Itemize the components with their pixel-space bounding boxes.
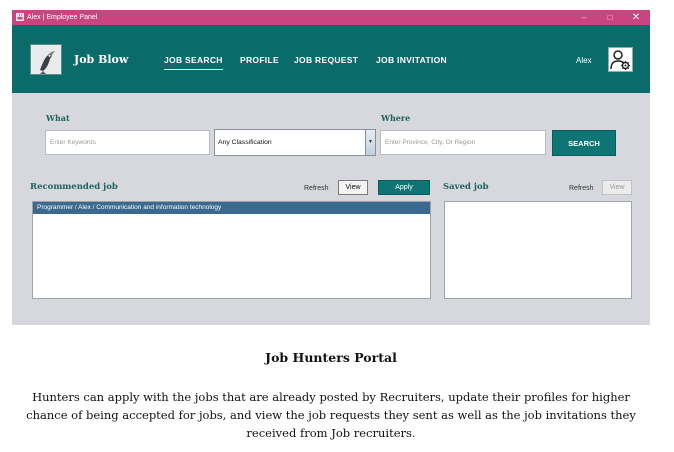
saved-view-button[interactable]: View (602, 180, 632, 195)
brand-name: Job Blow (74, 53, 129, 66)
java-app-icon (16, 13, 24, 21)
keywords-input[interactable] (45, 130, 210, 155)
classification-value: Any Classification (218, 139, 272, 146)
nav-profile[interactable]: PROFILE (240, 55, 279, 65)
recommended-job-list[interactable]: Programmer / Alex / Communication and in… (32, 201, 431, 299)
close-button[interactable]: ✕ (625, 10, 647, 25)
user-name: Alex (576, 56, 592, 65)
search-button[interactable]: SEARCH (552, 130, 616, 156)
recommended-job-title: Recommended job (30, 182, 118, 192)
saved-job-list[interactable] (444, 201, 632, 299)
classification-select[interactable]: Any Classification ▼ (214, 129, 376, 156)
chevron-down-icon[interactable]: ▼ (365, 130, 375, 155)
list-item[interactable]: Programmer / Alex / Communication and in… (33, 202, 430, 214)
saved-refresh-button[interactable]: Refresh (569, 185, 594, 192)
caption-title: Job Hunters Portal (265, 350, 397, 365)
title-bar[interactable]: Alex | Employee Panel – □ ✕ (12, 10, 650, 25)
app-header: Job Blow JOB SEARCH PROFILE JOB REQUEST … (12, 25, 650, 93)
caption-body: Hunters can apply with the jobs that are… (26, 390, 636, 440)
saved-job-title: Saved job (443, 182, 489, 192)
minimize-button[interactable]: – (573, 10, 595, 25)
nav-job-invitation[interactable]: JOB INVITATION (376, 55, 447, 65)
where-label: Where (381, 113, 411, 123)
nav-job-search[interactable]: JOB SEARCH (164, 55, 223, 70)
maximize-button[interactable]: □ (599, 10, 621, 25)
apply-button[interactable]: Apply (378, 180, 430, 195)
nav-job-request[interactable]: JOB REQUEST (294, 55, 358, 65)
employee-panel-window: Alex | Employee Panel – □ ✕ Job Blow JOB… (12, 10, 650, 325)
user-gear-icon[interactable] (608, 47, 633, 72)
bird-logo-icon (30, 44, 62, 75)
what-label: What (46, 113, 70, 123)
location-input[interactable] (380, 130, 546, 155)
recommended-refresh-button[interactable]: Refresh (304, 185, 329, 192)
window-title: Alex | Employee Panel (27, 14, 98, 21)
recommended-view-button[interactable]: View (338, 180, 368, 195)
